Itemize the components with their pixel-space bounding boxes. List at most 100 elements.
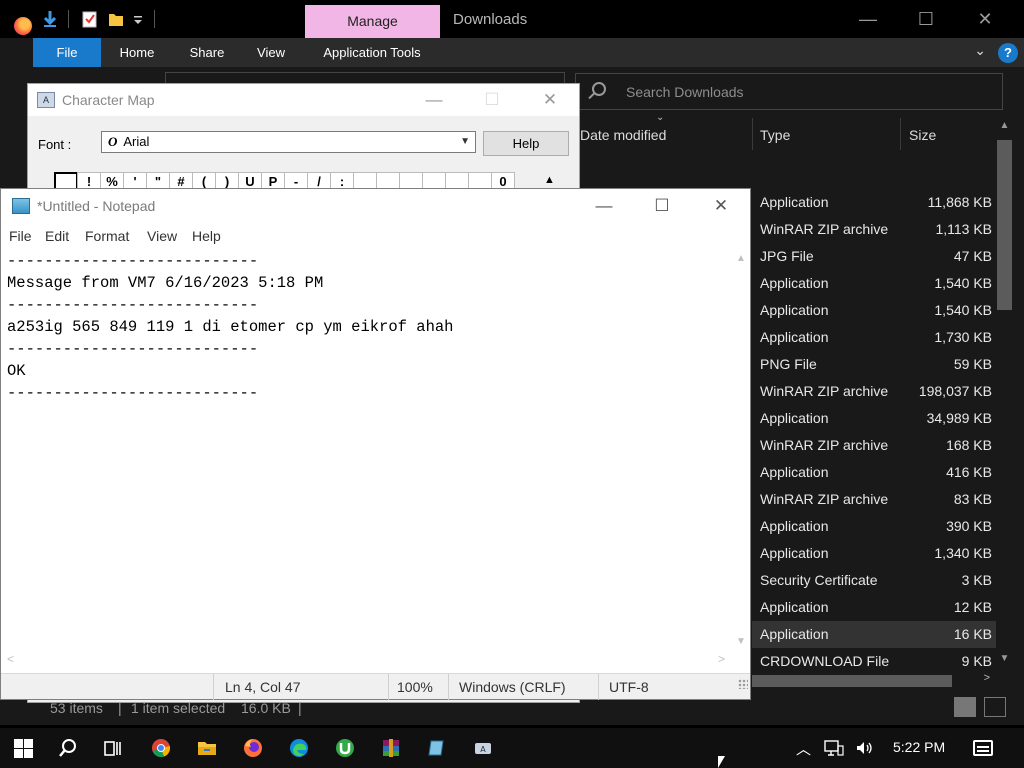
file-row[interactable]: Application 1,540 KB	[752, 297, 996, 324]
file-row[interactable]: WinRAR ZIP archive 198,037 KB	[752, 378, 996, 405]
scroll-up-icon[interactable]: ▲	[997, 120, 1012, 131]
file-row[interactable]: CRDOWNLOAD File 9 KB	[752, 648, 996, 675]
notepad-horizontal-scrollbar[interactable]: < >	[1, 651, 733, 668]
file-row[interactable]: WinRAR ZIP archive 1,113 KB	[752, 216, 996, 243]
tab-home[interactable]: Home	[111, 38, 163, 67]
clock[interactable]: 5:22 PM	[893, 739, 945, 755]
customize-toolbar-icon[interactable]	[130, 10, 146, 28]
notepad-titlebar[interactable]: *Untitled - Notepad — ☐ ✕	[1, 189, 750, 223]
chevron-down-icon[interactable]: ▼	[460, 132, 470, 152]
file-size: 1,730 KB	[934, 329, 992, 345]
file-row[interactable]: Application 416 KB	[752, 459, 996, 486]
maximize-button[interactable]: ☐	[911, 5, 941, 33]
column-separator[interactable]	[752, 118, 753, 150]
taskbar-notepad[interactable]	[414, 728, 460, 768]
taskbar-file-explorer[interactable]	[184, 728, 230, 768]
grid-scroll-up-icon[interactable]: ▲	[544, 174, 555, 186]
notepad-window: *Untitled - Notepad — ☐ ✕ File Edit Form…	[0, 188, 751, 700]
scroll-left-icon[interactable]: <	[7, 652, 14, 666]
file-row[interactable]: Application 16 KB	[752, 621, 996, 648]
column-date-modified[interactable]: Date modified	[580, 120, 666, 150]
menu-help[interactable]: Help	[192, 228, 221, 244]
search-input[interactable]	[626, 82, 986, 102]
cursor-position: Ln 4, Col 47	[225, 679, 301, 695]
column-type[interactable]: Type	[760, 120, 790, 150]
font-select[interactable]: O Arial ▼	[101, 131, 476, 153]
properties-icon[interactable]	[82, 10, 98, 28]
show-hidden-icons-icon[interactable]: ︿	[796, 738, 811, 759]
column-size[interactable]: Size	[909, 120, 936, 150]
notepad-maximize-button[interactable]: ☐	[647, 193, 677, 219]
charmap-titlebar[interactable]: A Character Map — ☐ ✕	[28, 84, 579, 116]
file-row[interactable]: WinRAR ZIP archive 168 KB	[752, 432, 996, 459]
taskbar-utorrent[interactable]	[322, 728, 368, 768]
column-separator[interactable]	[900, 118, 901, 150]
menu-file[interactable]: File	[9, 228, 32, 244]
taskbar-winrar[interactable]	[368, 728, 414, 768]
close-button[interactable]: ✕	[970, 5, 1000, 33]
download-arrow-icon[interactable]	[42, 10, 58, 28]
notepad-vertical-scrollbar[interactable]: ▲ ▼	[733, 251, 750, 649]
notepad-title: *Untitled - Notepad	[37, 198, 156, 214]
scroll-thumb[interactable]	[997, 140, 1012, 310]
tab-file[interactable]: File	[33, 38, 101, 67]
vertical-scrollbar[interactable]: ▲ ▼	[996, 118, 1013, 666]
file-row[interactable]: Application 1,730 KB	[752, 324, 996, 351]
help-button[interactable]: Help	[483, 131, 569, 156]
details-view-button[interactable]	[954, 697, 976, 717]
minimize-button[interactable]: —	[853, 5, 883, 33]
file-row[interactable]: Security Certificate 3 KB	[752, 567, 996, 594]
new-folder-icon[interactable]	[108, 10, 124, 28]
file-type: Security Certificate	[760, 572, 878, 588]
file-row[interactable]: Application 11,868 KB	[752, 189, 996, 216]
scroll-up-icon[interactable]: ▲	[736, 253, 746, 264]
notification-icon[interactable]	[973, 740, 993, 756]
text-editor[interactable]: --------------------------- Message from…	[1, 251, 734, 649]
scroll-down-icon[interactable]: ▼	[997, 653, 1012, 664]
network-icon[interactable]	[824, 740, 844, 756]
start-button[interactable]	[0, 728, 46, 768]
taskbar-edge[interactable]	[276, 728, 322, 768]
expand-ribbon-icon[interactable]: ⌄	[974, 42, 986, 59]
menu-view[interactable]: View	[147, 228, 177, 244]
charmap-minimize-button[interactable]: —	[420, 88, 448, 112]
manage-tab[interactable]: Manage	[305, 5, 440, 38]
file-type: PNG File	[760, 356, 817, 372]
file-row[interactable]: PNG File 59 KB	[752, 351, 996, 378]
task-view-button[interactable]	[90, 728, 136, 768]
help-icon[interactable]: ?	[998, 43, 1018, 63]
menu-format[interactable]: Format	[85, 228, 129, 244]
scroll-thumb[interactable]	[752, 675, 952, 687]
scroll-right-icon[interactable]: >	[718, 652, 725, 666]
scroll-down-icon[interactable]: ▼	[736, 636, 746, 647]
notepad-close-button[interactable]: ✕	[706, 193, 736, 219]
large-icons-view-button[interactable]	[984, 697, 1006, 717]
file-row[interactable]: WinRAR ZIP archive 83 KB	[752, 486, 996, 513]
taskbar-chrome[interactable]	[138, 728, 184, 768]
horizontal-scrollbar[interactable]: >	[752, 672, 996, 689]
charmap-close-button[interactable]: ✕	[536, 88, 564, 112]
taskbar-character-map[interactable]: A	[460, 728, 506, 768]
volume-icon[interactable]	[855, 740, 875, 756]
file-row[interactable]: Application 12 KB	[752, 594, 996, 621]
taskbar-firefox[interactable]	[230, 728, 276, 768]
svg-text:A: A	[480, 745, 486, 754]
file-row[interactable]: JPG File 47 KB	[752, 243, 996, 270]
tab-view[interactable]: View	[249, 38, 293, 67]
tab-application-tools[interactable]: Application Tools	[313, 38, 431, 67]
notepad-minimize-button[interactable]: —	[589, 193, 619, 219]
file-type: Application	[760, 464, 829, 480]
file-row[interactable]: Application 1,540 KB	[752, 270, 996, 297]
file-size: 47 KB	[953, 248, 992, 264]
file-row[interactable]: Application 1,340 KB	[752, 540, 996, 567]
file-size: 1,340 KB	[934, 545, 992, 561]
menu-edit[interactable]: Edit	[45, 228, 69, 244]
search-box[interactable]	[575, 73, 1003, 110]
file-size: 11,868 KB	[927, 194, 992, 210]
file-row[interactable]: Application 390 KB	[752, 513, 996, 540]
file-row[interactable]: Application 34,989 KB	[752, 405, 996, 432]
resize-grip-icon[interactable]	[738, 679, 748, 689]
scroll-right-icon[interactable]: >	[984, 672, 990, 684]
tab-share[interactable]: Share	[181, 38, 233, 67]
search-button[interactable]	[45, 728, 91, 768]
